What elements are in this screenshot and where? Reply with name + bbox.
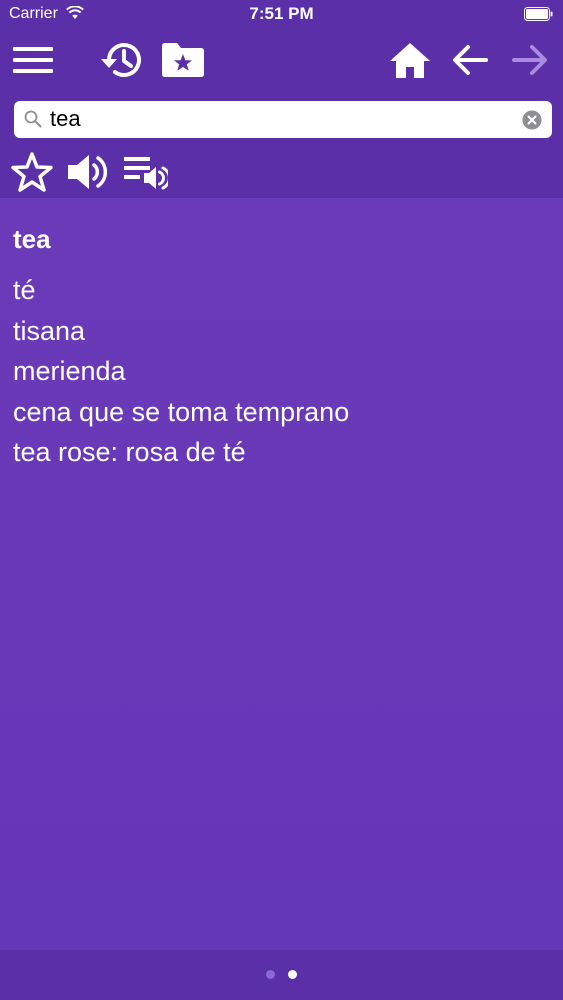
clock: 7:51 PM bbox=[249, 4, 314, 23]
search-bar bbox=[0, 96, 563, 146]
speaker-icon bbox=[66, 152, 110, 197]
star-icon bbox=[11, 151, 53, 197]
back-button[interactable] bbox=[446, 38, 494, 86]
translation-item: té bbox=[13, 275, 36, 305]
playlist-audio-icon bbox=[122, 154, 171, 195]
back-arrow-icon bbox=[452, 44, 488, 81]
menu-icon bbox=[13, 45, 53, 80]
history-button[interactable] bbox=[98, 38, 146, 86]
entry-actions bbox=[0, 146, 563, 198]
menu-button[interactable] bbox=[9, 38, 57, 86]
history-icon bbox=[99, 39, 145, 86]
favorites-folder-button[interactable] bbox=[159, 38, 207, 86]
toolbar bbox=[0, 30, 563, 96]
speak-all-button[interactable] bbox=[122, 152, 171, 196]
favorites-folder-icon bbox=[162, 42, 204, 82]
entry-content: tea té tisana merienda cena que se toma … bbox=[0, 198, 563, 950]
home-button[interactable] bbox=[386, 38, 434, 86]
page-dot[interactable] bbox=[288, 970, 297, 979]
translation-item: tea rose: rosa de té bbox=[13, 437, 246, 467]
entry-headword: tea bbox=[13, 224, 51, 254]
forward-button[interactable] bbox=[506, 38, 554, 86]
translation-list: té tisana merienda cena que se toma temp… bbox=[13, 270, 349, 473]
clear-search-button[interactable] bbox=[522, 110, 542, 130]
page-dot[interactable] bbox=[266, 970, 275, 979]
translation-item: tisana bbox=[13, 315, 86, 346]
home-icon bbox=[389, 41, 431, 84]
search-icon bbox=[24, 110, 42, 133]
search-box bbox=[14, 101, 552, 138]
favorite-button[interactable] bbox=[10, 151, 54, 197]
battery-icon bbox=[524, 7, 554, 21]
forward-arrow-icon bbox=[512, 44, 548, 81]
translation-item: cena que se toma temprano bbox=[13, 396, 350, 427]
translation-item: merienda bbox=[13, 356, 126, 386]
clear-icon bbox=[522, 110, 542, 130]
search-input[interactable] bbox=[50, 104, 510, 134]
pronounce-button[interactable] bbox=[66, 152, 110, 196]
page-indicator bbox=[0, 950, 563, 1000]
status-bar: Carrier 7:51 PM bbox=[0, 0, 563, 30]
